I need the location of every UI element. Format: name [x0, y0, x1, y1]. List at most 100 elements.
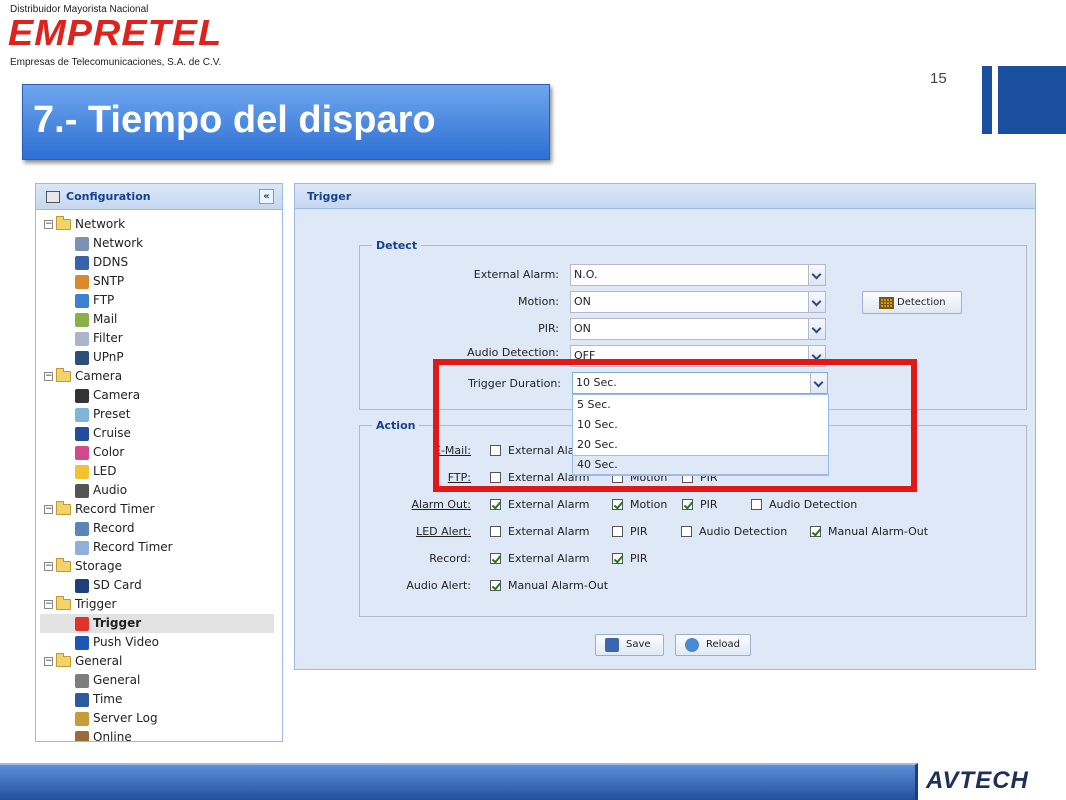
checkbox[interactable] — [612, 499, 623, 510]
folder-icon — [56, 596, 71, 610]
configuration-tree: − Network Network DDNS SNTP FTP Mail Filter UPnP… — [36, 210, 282, 741]
collapse-toggle-icon[interactable]: − — [44, 657, 53, 666]
slide-title-box: 7.- Tiempo del disparo — [22, 84, 550, 160]
reload-icon — [685, 638, 699, 652]
tree-item[interactable]: Filter — [36, 329, 282, 348]
checkbox[interactable] — [810, 526, 821, 537]
tree-item[interactable]: Push Video — [36, 633, 282, 652]
detection-button-label: Detection — [897, 297, 946, 308]
sd-card-icon — [75, 579, 89, 593]
cruise-icon — [75, 427, 89, 441]
tree-item[interactable]: SNTP — [36, 272, 282, 291]
tree-item[interactable]: Preset — [36, 405, 282, 424]
tree-group-label: Network — [75, 217, 126, 231]
tree-item-label: SNTP — [93, 274, 125, 288]
color-icon — [75, 446, 89, 460]
external-alarm-select[interactable]: N.O. — [570, 264, 826, 286]
checkbox[interactable] — [682, 499, 693, 510]
tree-item[interactable]: SD Card — [36, 576, 282, 595]
motion-select[interactable]: ON — [570, 291, 826, 313]
avtech-logo: AVTECH — [926, 767, 1029, 794]
highlight-box — [433, 359, 917, 492]
collapse-toggle-icon[interactable]: − — [44, 372, 53, 381]
action-row-label: Alarm Out: — [411, 498, 471, 511]
tree-item[interactable]: Cruise — [36, 424, 282, 443]
checkbox[interactable] — [612, 526, 623, 537]
tree-item[interactable]: Mail — [36, 310, 282, 329]
checkbox[interactable] — [681, 526, 692, 537]
tree-group[interactable]: − Network — [36, 215, 282, 234]
detect-legend: Detect — [376, 239, 418, 252]
tree-item[interactable]: General — [36, 671, 282, 690]
tree-item[interactable]: LED — [36, 462, 282, 481]
tree-item-label: Color — [93, 445, 125, 459]
tree-item-label: Preset — [93, 407, 131, 421]
checkbox[interactable] — [612, 553, 623, 564]
tree-item[interactable]: Time — [36, 690, 282, 709]
checkbox[interactable] — [490, 580, 501, 591]
external-alarm-label: External Alarm: — [473, 268, 559, 281]
collapse-toggle-icon[interactable]: − — [44, 600, 53, 609]
tree-item[interactable]: Online — [36, 728, 282, 741]
checkbox[interactable] — [490, 553, 501, 564]
save-disk-icon — [605, 638, 619, 652]
tree-group[interactable]: − Trigger — [36, 595, 282, 614]
chevron-down-icon[interactable] — [808, 292, 825, 312]
tree-group-label: General — [75, 654, 123, 668]
tree-item-label: UPnP — [93, 350, 124, 364]
collapse-panel-button[interactable]: « — [259, 189, 274, 204]
chevron-down-icon[interactable] — [808, 265, 825, 285]
tree-item[interactable]: Record — [36, 519, 282, 538]
tree-item-label: Time — [93, 692, 123, 706]
checkbox[interactable] — [490, 526, 501, 537]
tree-group[interactable]: − General — [36, 652, 282, 671]
reload-button[interactable]: Reload — [675, 634, 751, 656]
tree-item[interactable]: FTP — [36, 291, 282, 310]
folder-icon — [56, 558, 71, 572]
tree-item[interactable]: Trigger — [40, 614, 274, 633]
tree-item-label: SD Card — [93, 578, 142, 592]
record-timer-icon — [75, 541, 89, 555]
trigger-icon — [75, 617, 89, 631]
tree-item[interactable]: Network — [36, 234, 282, 253]
tree-group[interactable]: − Camera — [36, 367, 282, 386]
general-icon — [75, 674, 89, 688]
push-video-icon — [75, 636, 89, 650]
server-log-icon — [75, 712, 89, 726]
tree-item[interactable]: Camera — [36, 386, 282, 405]
collapse-toggle-icon[interactable]: − — [44, 505, 53, 514]
checkbox-label: External Alarm — [508, 552, 590, 565]
detection-button[interactable]: Detection — [862, 291, 962, 314]
checkbox[interactable] — [751, 499, 762, 510]
tree-item[interactable]: Color — [36, 443, 282, 462]
tree-item-label: Push Video — [93, 635, 159, 649]
tree-item-label: Network — [93, 236, 144, 250]
camera-icon — [75, 389, 89, 403]
checkbox[interactable] — [490, 499, 501, 510]
empretel-logo: Distribuidor Mayorista Nacional EMPRETEL… — [8, 2, 248, 70]
mail-icon — [75, 313, 89, 327]
page-number: 15 — [930, 70, 947, 87]
checkbox-label: Motion — [630, 498, 668, 511]
tree-group-label: Record Timer — [75, 502, 155, 516]
collapse-toggle-icon[interactable]: − — [44, 220, 53, 229]
tree-item[interactable]: Server Log — [36, 709, 282, 728]
tree-item-label: Server Log — [93, 711, 158, 725]
tree-item[interactable]: Audio — [36, 481, 282, 500]
tree-item[interactable]: UPnP — [36, 348, 282, 367]
pir-select[interactable]: ON — [570, 318, 826, 340]
chevron-down-icon[interactable] — [808, 319, 825, 339]
decorative-square — [998, 66, 1066, 134]
tree-group-label: Camera — [75, 369, 123, 383]
tree-group[interactable]: − Record Timer — [36, 500, 282, 519]
checkbox-label: External Alarm — [508, 525, 590, 538]
tree-item[interactable]: Record Timer — [36, 538, 282, 557]
upnp-icon — [75, 351, 89, 365]
tree-item[interactable]: DDNS — [36, 253, 282, 272]
time-icon — [75, 693, 89, 707]
collapse-toggle-icon[interactable]: − — [44, 562, 53, 571]
logo-brand: EMPRETEL — [8, 12, 223, 53]
tree-group[interactable]: − Storage — [36, 557, 282, 576]
save-button[interactable]: Save — [595, 634, 664, 656]
checkbox-label: Audio Detection — [769, 498, 858, 511]
